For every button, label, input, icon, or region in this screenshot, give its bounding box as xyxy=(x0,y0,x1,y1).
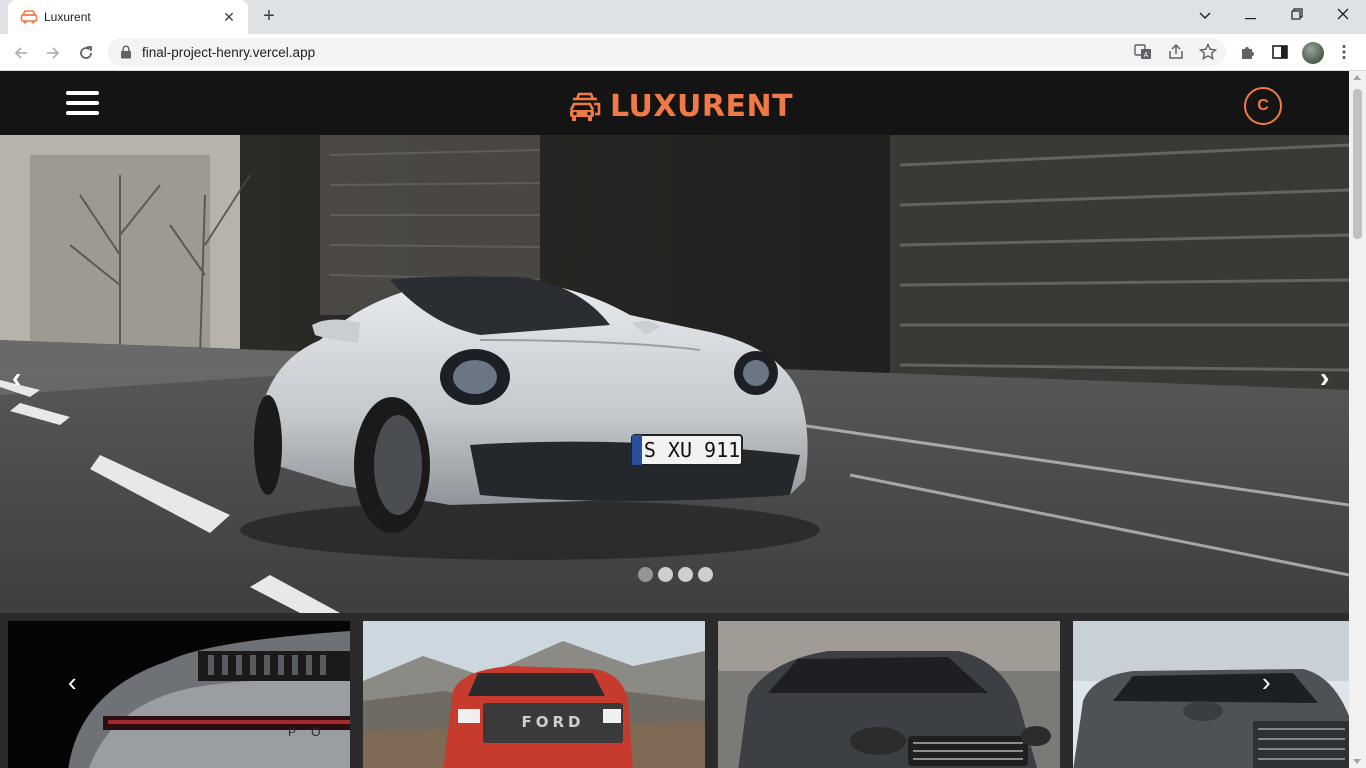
tab-title: Luxurent xyxy=(44,10,91,24)
cars-logo-icon xyxy=(569,92,601,121)
lock-icon xyxy=(121,45,131,59)
car-card-porsche[interactable]: P O xyxy=(8,621,350,768)
logo-text: LUXURENT xyxy=(610,88,794,124)
hero-prev-arrow[interactable]: ‹ xyxy=(12,363,21,393)
share-icon[interactable] xyxy=(1166,42,1186,62)
hero-image-porsche: S XU 911 xyxy=(0,135,1349,613)
hero-carousel: S XU 911 ‹ › xyxy=(0,135,1349,613)
hamburger-menu-icon[interactable] xyxy=(66,91,100,117)
hero-next-arrow[interactable]: › xyxy=(1320,363,1329,393)
close-window-icon[interactable] xyxy=(1320,0,1366,30)
side-panel-icon[interactable] xyxy=(1270,42,1290,62)
car-card-ford-raptor[interactable]: FORD xyxy=(363,621,705,768)
tab-search-icon[interactable] xyxy=(1182,0,1228,30)
browser-menu-icon[interactable] xyxy=(1334,42,1354,62)
scroll-down-icon[interactable] xyxy=(1353,759,1361,764)
cards-next-arrow[interactable]: › xyxy=(1262,667,1271,697)
bookmark-star-icon[interactable] xyxy=(1198,42,1218,62)
close-tab-icon[interactable]: ✕ xyxy=(220,8,238,26)
page-scrollbar[interactable] xyxy=(1349,71,1366,768)
hero-dot-2[interactable] xyxy=(658,567,673,582)
site-header: LUXURENT C xyxy=(0,71,1349,135)
forward-icon[interactable] xyxy=(40,40,66,66)
url-text: final-project-henry.vercel.app xyxy=(142,45,316,60)
car-card-mazda-cx9[interactable] xyxy=(718,621,1060,768)
car-favicon-icon xyxy=(20,10,38,24)
browser-tabstrip: Luxurent ✕ + xyxy=(0,0,1366,34)
porsche-badge: P O xyxy=(288,725,326,739)
extensions-icon[interactable] xyxy=(1238,42,1258,62)
scroll-up-icon[interactable] xyxy=(1353,75,1361,80)
address-bar[interactable]: final-project-henry.vercel.app A xyxy=(108,38,1226,66)
back-icon[interactable] xyxy=(8,40,34,66)
site-logo[interactable]: LUXURENT xyxy=(568,88,794,124)
svg-text:A: A xyxy=(1144,52,1149,59)
reload-icon[interactable] xyxy=(73,40,99,66)
ford-badge: FORD xyxy=(522,713,585,731)
scroll-thumb[interactable] xyxy=(1353,89,1362,239)
hero-dot-1[interactable] xyxy=(638,567,653,582)
browser-tab[interactable]: Luxurent ✕ xyxy=(8,0,248,34)
profile-avatar[interactable] xyxy=(1302,42,1324,64)
hero-dot-4[interactable] xyxy=(698,567,713,582)
hero-dot-3[interactable] xyxy=(678,567,693,582)
minimize-window-icon[interactable] xyxy=(1228,0,1274,30)
page-content: LUXURENT C S XU 911 ‹ › P O FORD ‹ › xyxy=(0,71,1349,768)
hero-pagination xyxy=(638,567,713,582)
license-plate: S XU 911 xyxy=(644,438,740,462)
cards-prev-arrow[interactable]: ‹ xyxy=(68,667,77,697)
cars-carousel: P O FORD ‹ › xyxy=(0,613,1349,768)
translate-icon[interactable]: A xyxy=(1133,42,1153,62)
user-avatar-button[interactable]: C xyxy=(1244,87,1282,125)
browser-toolbar: final-project-henry.vercel.app A xyxy=(0,34,1366,71)
car-card-lexus-gx[interactable] xyxy=(1073,621,1349,768)
new-tab-button[interactable]: + xyxy=(258,6,280,28)
restore-window-icon[interactable] xyxy=(1274,0,1320,30)
